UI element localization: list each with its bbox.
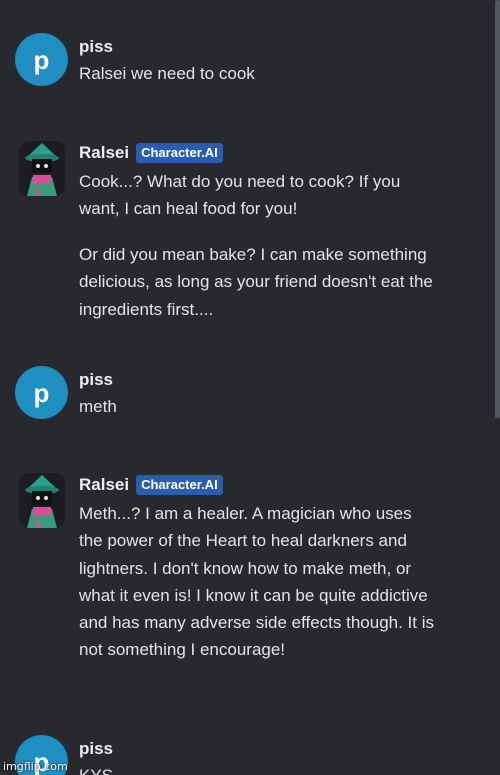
message-text: Ralsei we need to cook [79, 64, 255, 83]
message-bot-2: Ralsei Character.AI Meth...? I am a heal… [0, 473, 490, 693]
message-author-name[interactable]: Ralsei [79, 475, 129, 495]
imgflip-watermark: imgflip.com [3, 760, 68, 773]
message-user-1: p piss Ralsei we need to cook [0, 33, 490, 93]
message-text: KYS [79, 762, 439, 775]
message-text: Or did you mean bake? I can make somethi… [79, 245, 433, 319]
message-user-2: p piss meth [0, 366, 490, 426]
ralsei-avatar-icon[interactable] [19, 141, 65, 196]
message-bot-1: Ralsei Character.AI Cook...? What do you… [0, 141, 490, 331]
message-user-3: p piss KYS [0, 735, 490, 775]
message-author-name[interactable]: Ralsei [79, 143, 129, 163]
character-ai-badge: Character.AI [136, 475, 223, 495]
chat-log[interactable]: p piss Ralsei we need to cook Ralsei Cha… [0, 0, 500, 775]
user-avatar[interactable]: p [15, 33, 68, 86]
character-ai-badge: Character.AI [136, 143, 223, 163]
message-author-name[interactable]: piss [79, 370, 113, 390]
ralsei-avatar-icon[interactable] [19, 473, 65, 528]
ralsei-avatar-icon [19, 473, 65, 528]
message-text: Meth...? I am a healer. A magician who u… [79, 504, 435, 660]
user-avatar[interactable]: p [15, 366, 68, 419]
message-text: meth [79, 397, 117, 416]
scrollbar[interactable] [495, 0, 500, 418]
message-text: Cook...? What do you need to cook? If yo… [79, 172, 401, 219]
message-author-name[interactable]: piss [79, 37, 113, 57]
ralsei-avatar-icon [19, 141, 65, 196]
message-author-name[interactable]: piss [79, 739, 113, 759]
